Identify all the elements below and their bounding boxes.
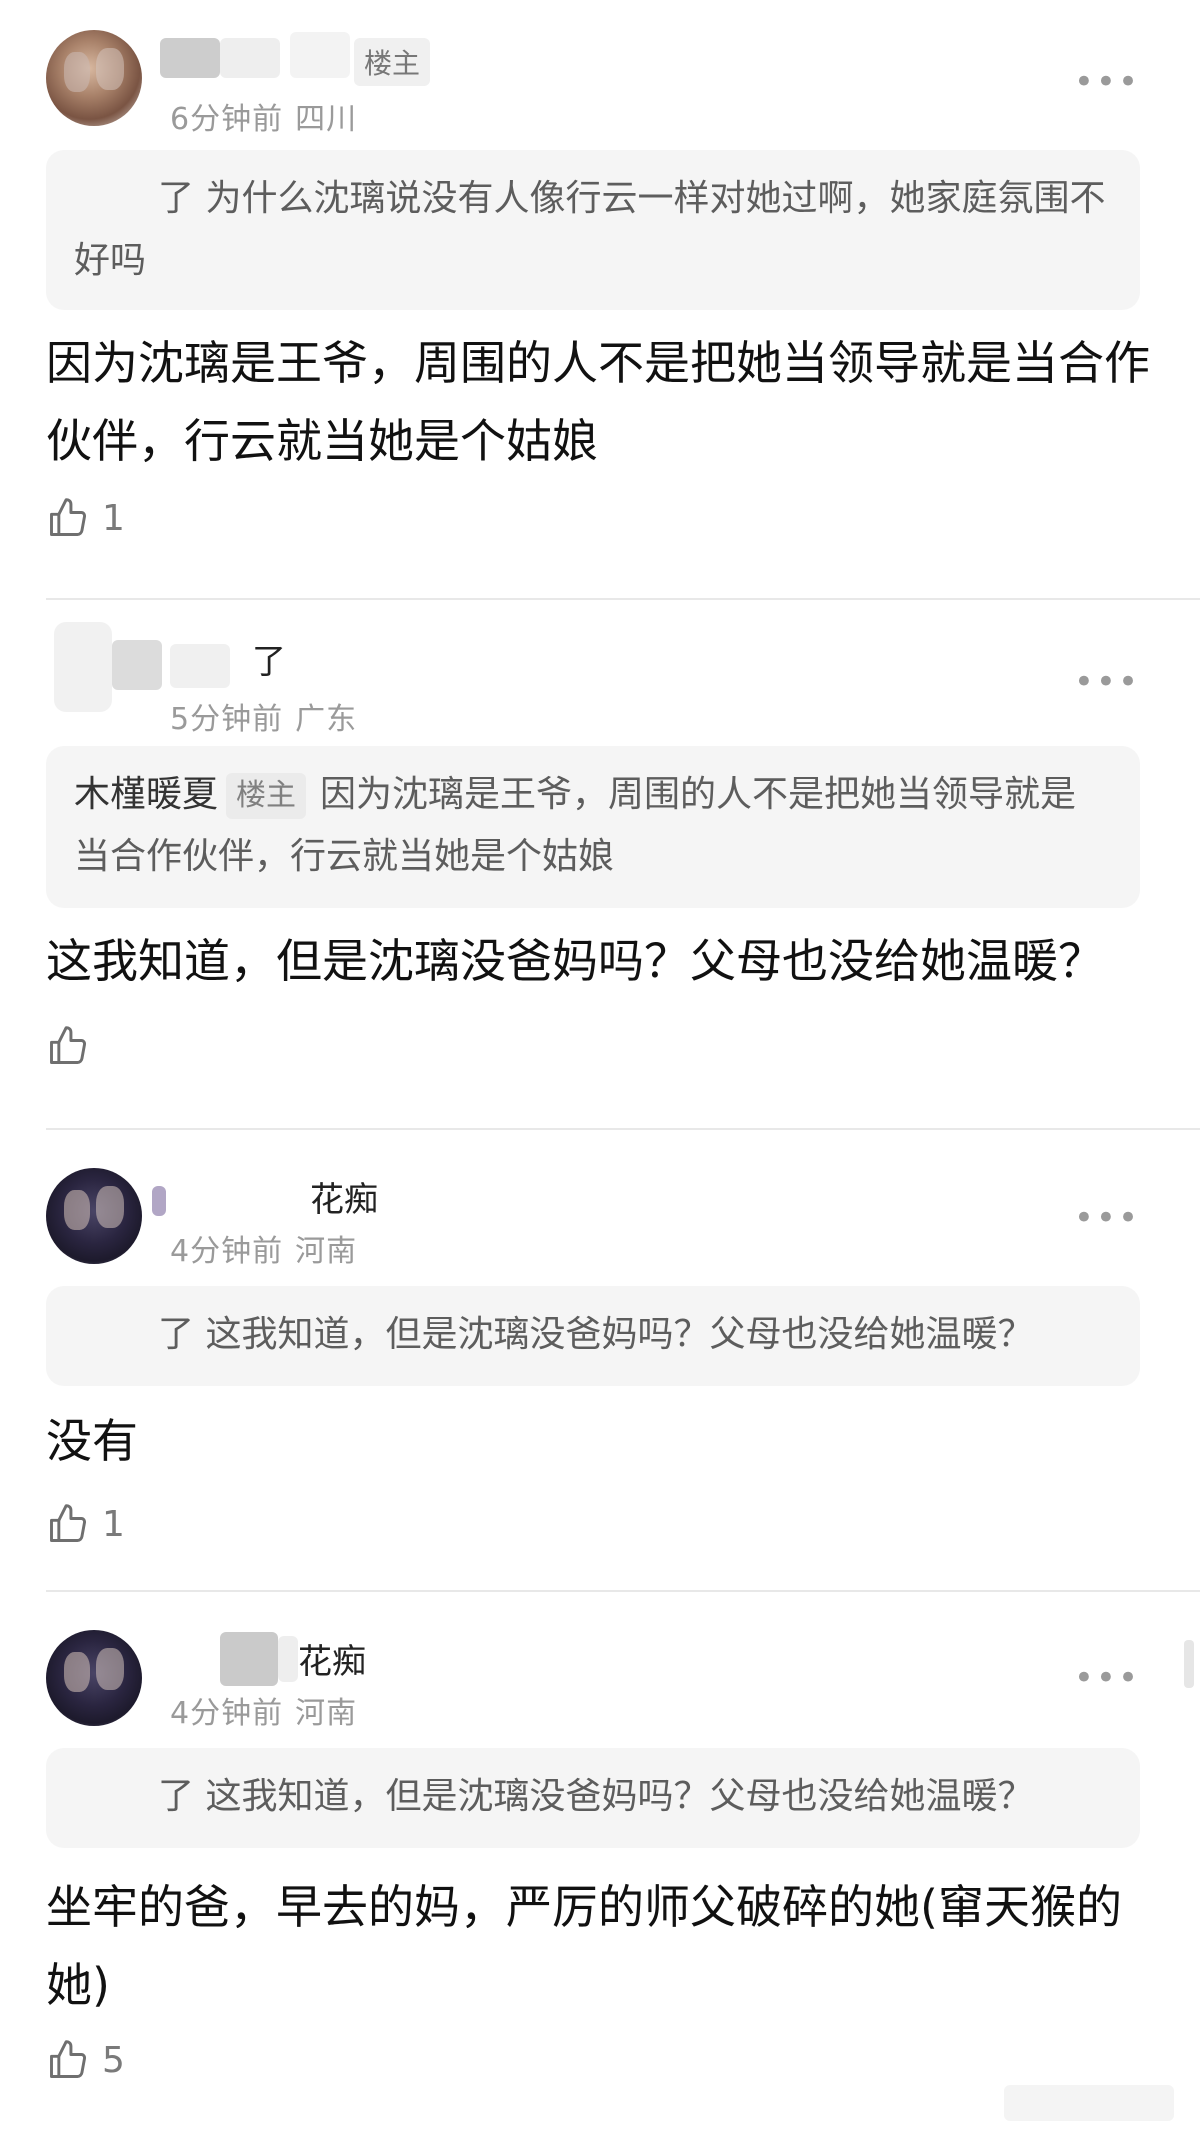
comment-time: 6分钟前: [170, 102, 284, 137]
avatar-figure: [96, 48, 124, 90]
author-badge: 楼主: [226, 773, 307, 819]
scrollbar[interactable]: [1184, 1640, 1194, 1688]
redacted-username: [290, 32, 350, 78]
comment-3: 花痴 4分钟前 河南 ••• 了 这我知道，但是沈璃没爸妈吗？父母也没给她温暖？ …: [0, 1130, 1200, 1592]
comment-meta: 5分钟前 广东: [170, 694, 357, 738]
avatar-figure: [64, 52, 90, 92]
comment-meta: 6分钟前 四川: [170, 94, 357, 138]
quoted-text: 了 这我知道，但是沈璃没爸妈吗？父母也没给她温暖？: [158, 1314, 1034, 1355]
thumbs-up-icon: [50, 2040, 87, 2078]
avatar-figure: [96, 1648, 124, 1690]
avatar-figure: [64, 1652, 90, 1692]
comment-body: 没有: [46, 1414, 138, 1468]
comment-location: 广东: [295, 702, 358, 737]
thumbs-up-icon: [50, 1504, 87, 1542]
user-avatar[interactable]: [54, 622, 112, 712]
more-dots-icon[interactable]: •••: [1074, 62, 1140, 102]
more-dots-icon[interactable]: •••: [1074, 662, 1140, 702]
like-button[interactable]: 1: [46, 1502, 125, 1546]
author-badge: 楼主: [354, 38, 431, 86]
thumbs-up-icon: [50, 1026, 87, 1064]
username-suffix[interactable]: 花痴: [310, 1172, 378, 1221]
redacted-username: [170, 644, 230, 688]
avatar-figure: [64, 1190, 90, 1230]
comment-body: 因为沈璃是王爷，周围的人不是把她当领导就是当合作伙伴，行云就当她是个姑娘: [46, 336, 1150, 468]
redacted-username: [160, 38, 220, 78]
avatar-figure: [96, 1186, 124, 1228]
thumbs-up-icon: [50, 498, 87, 536]
comment-meta: 4分钟前 河南: [170, 1226, 357, 1270]
username-suffix[interactable]: 了: [252, 634, 286, 683]
comment-location: 四川: [295, 102, 358, 137]
like-button[interactable]: 5: [46, 2038, 125, 2082]
more-dots-icon[interactable]: •••: [1074, 1658, 1140, 1698]
comment-location: 河南: [295, 1234, 358, 1269]
like-button[interactable]: [46, 1024, 102, 1068]
comment-body: 这我知道，但是沈璃没爸妈吗？父母也没给她温暖？: [46, 934, 1104, 988]
comment-time: 4分钟前: [170, 1234, 284, 1269]
redacted-username: [220, 1632, 278, 1686]
watermark: [1004, 2085, 1174, 2121]
redacted-username: [278, 1636, 298, 1682]
redacted-username: [112, 640, 162, 690]
user-avatar[interactable]: [46, 1168, 142, 1264]
quoted-text: 了 这我知道，但是沈璃没爸妈吗？父母也没给她温暖？: [158, 1776, 1034, 1817]
comment-4: 花痴 4分钟前 河南 ••• 了 这我知道，但是沈璃没爸妈吗？父母也没给她温暖？ …: [0, 1592, 1200, 2133]
comment-body: 坐牢的爸，早去的妈，严厉的师父破碎的她(窜天猴的她): [46, 1880, 1122, 2012]
quoted-reply[interactable]: 了 为什么沈璃说没有人像行云一样对她过啊，她家庭氛围不好吗: [46, 150, 1140, 310]
quoted-reply[interactable]: 了 这我知道，但是沈璃没爸妈吗？父母也没给她温暖？: [46, 1286, 1140, 1386]
quoted-username[interactable]: 木槿暖夏: [74, 774, 218, 815]
quoted-text: 因为沈璃是王爷，周围的人不是把她当领导就是当合作伙伴，行云就当她是个姑娘: [74, 774, 1077, 877]
like-button[interactable]: 1: [46, 496, 125, 540]
user-avatar[interactable]: [46, 30, 142, 126]
comment-2: 了 5分钟前 广东 ••• 木槿暖夏 楼主 因为沈璃是王爷，周围的人不是把她当领导就是…: [0, 600, 1200, 1130]
quoted-reply[interactable]: 了 这我知道，但是沈璃没爸妈吗？父母也没给她温暖？: [46, 1748, 1140, 1848]
user-avatar[interactable]: [46, 1630, 142, 1726]
comment-meta: 4分钟前 河南: [170, 1688, 357, 1732]
redacted-username: [220, 38, 280, 78]
comment-location: 河南: [295, 1696, 358, 1731]
quoted-reply[interactable]: 木槿暖夏 楼主 因为沈璃是王爷，周围的人不是把她当领导就是当合作伙伴，行云就当她是个…: [46, 746, 1140, 908]
like-count: 1: [102, 497, 125, 539]
username-suffix[interactable]: 花痴: [298, 1634, 366, 1683]
like-count: 5: [102, 2039, 125, 2081]
comment-time: 5分钟前: [170, 702, 284, 737]
comment-1: 楼主 6分钟前 四川 ••• 了 为什么沈璃说没有人像行云一样对她过啊，她家庭氛围…: [0, 0, 1200, 600]
comment-time: 4分钟前: [170, 1696, 284, 1731]
more-dots-icon[interactable]: •••: [1074, 1198, 1140, 1238]
redacted-username: [152, 1186, 166, 1216]
like-count: 1: [102, 1503, 125, 1545]
quoted-text: 了 为什么沈璃说没有人像行云一样对她过啊，她家庭氛围不好吗: [74, 178, 1106, 281]
